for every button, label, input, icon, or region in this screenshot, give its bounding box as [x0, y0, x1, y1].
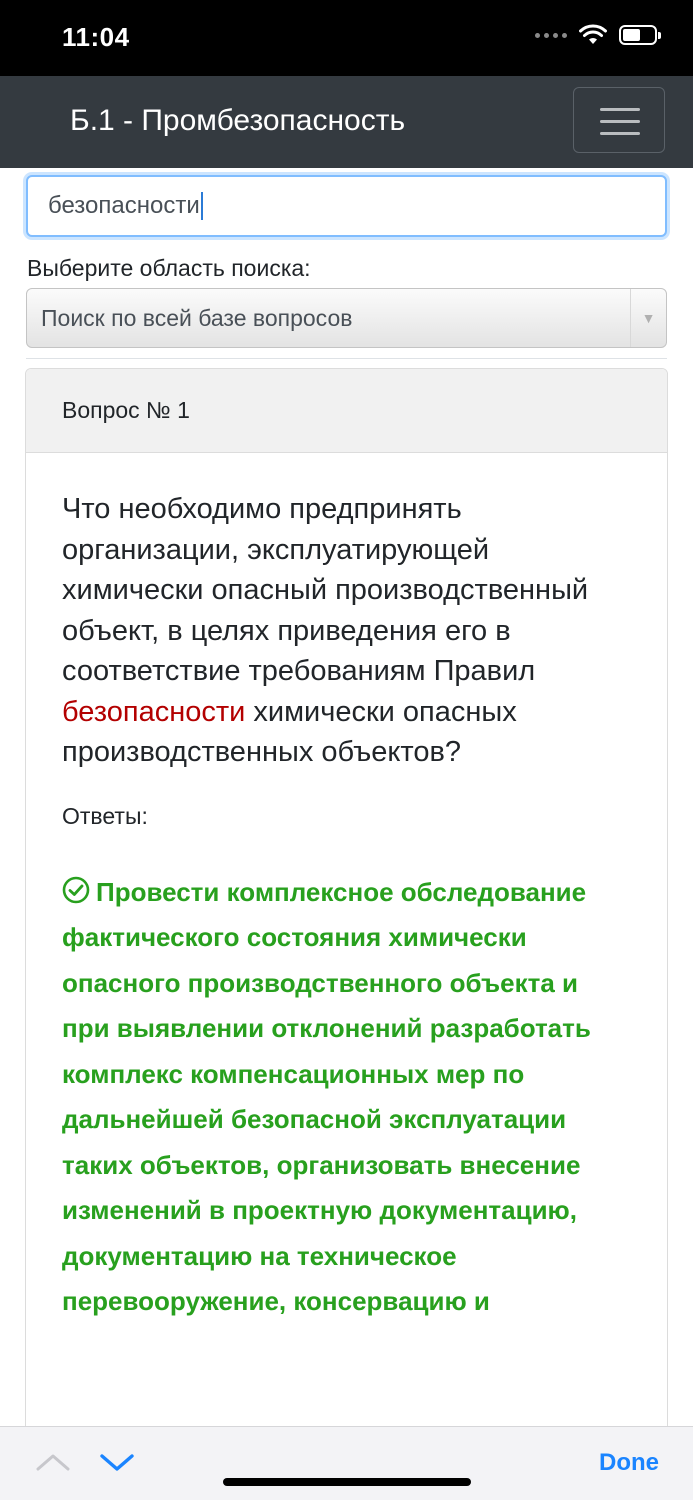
status-bar: 11:04: [0, 0, 693, 76]
chevron-down-icon[interactable]: [98, 1447, 136, 1477]
cellular-signal-icon: [535, 32, 567, 38]
text-caret: [200, 192, 203, 220]
question-text-start: Что необходимо предпринять организации, …: [62, 493, 589, 687]
keyboard-accessory-bar: Done: [0, 1426, 693, 1500]
dropdown-arrow-icon: ▼: [630, 289, 666, 347]
search-scope-select[interactable]: Поиск по всей базе вопросов ▼: [26, 288, 667, 348]
answers-label: Ответы:: [62, 802, 148, 829]
done-button[interactable]: Done: [599, 1449, 659, 1477]
question-number: Вопрос № 1: [26, 369, 667, 453]
battery-icon: [619, 25, 661, 45]
hamburger-menu-icon[interactable]: [573, 87, 665, 153]
search-input-value: безопасности: [48, 192, 200, 219]
question-card-body: Что необходимо предпринять организации, …: [26, 453, 667, 1325]
navbar-title[interactable]: Б.1 - Промбезопасность: [70, 104, 405, 138]
question-card: Вопрос № 1 Что необходимо предпринять ор…: [25, 368, 668, 1500]
correct-answer: Провести комплексное обследование фактич…: [62, 870, 631, 1325]
chevron-up-icon[interactable]: [34, 1447, 72, 1477]
navbar: Б.1 - Промбезопасность: [0, 76, 693, 168]
status-time: 11:04: [62, 22, 130, 52]
search-scope-label: Выберите область поиска:: [27, 255, 311, 281]
divider: [26, 358, 667, 359]
question-text: Что необходимо предпринять организации, …: [62, 489, 631, 773]
search-input[interactable]: безопасности: [26, 175, 667, 237]
status-icons: [535, 24, 661, 46]
search-highlight: безопасности: [62, 695, 246, 728]
correct-answer-text: Провести комплексное обследование фактич…: [62, 876, 591, 1317]
home-indicator: [223, 1478, 471, 1486]
search-scope-selected: Поиск по всей базе вопросов: [41, 304, 353, 331]
check-circle-icon: [62, 876, 90, 903]
wifi-icon: [579, 24, 607, 44]
